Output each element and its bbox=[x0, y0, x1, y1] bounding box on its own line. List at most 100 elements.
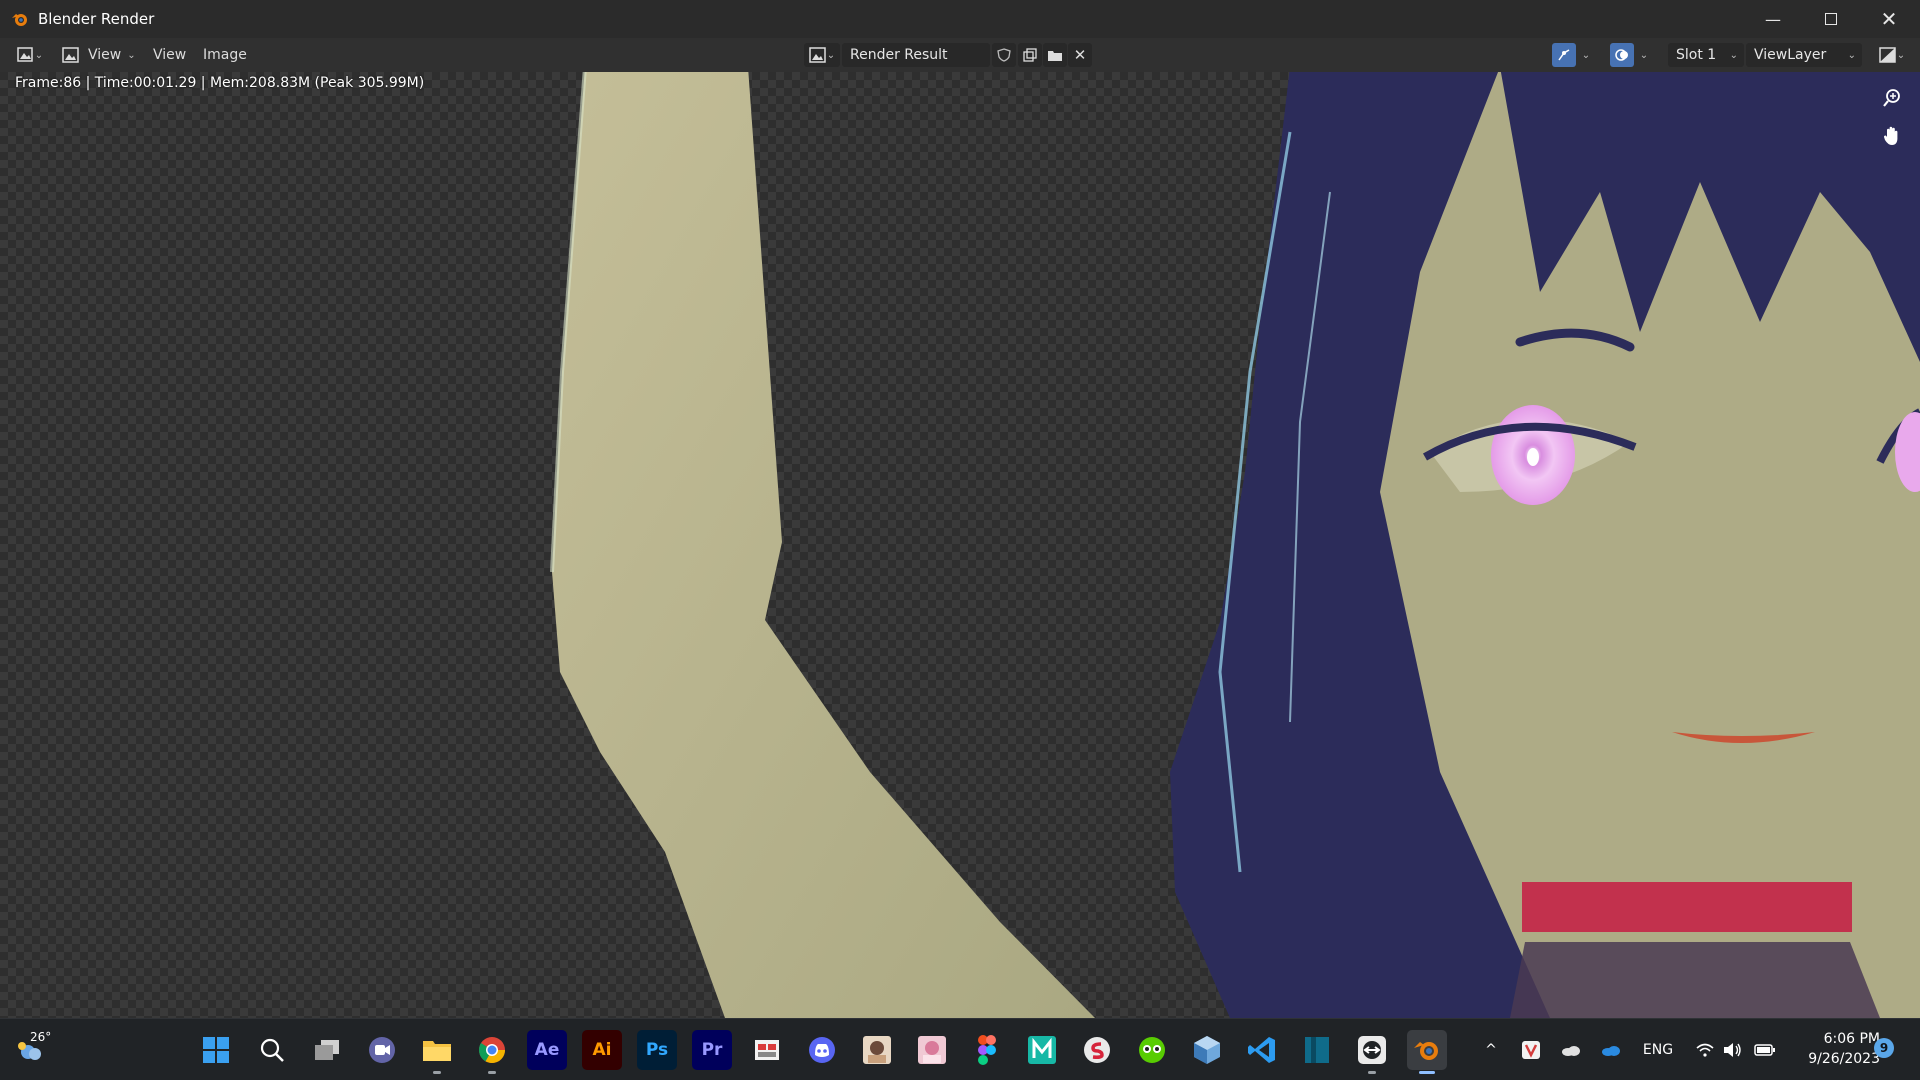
tray-cloud[interactable] bbox=[1558, 1036, 1584, 1064]
figma-icon bbox=[978, 1035, 996, 1065]
chevron-down-icon: ⌄ bbox=[127, 49, 136, 61]
cloud-icon bbox=[1562, 1046, 1580, 1056]
taskbar-search[interactable] bbox=[252, 1030, 292, 1070]
display-channels-button[interactable]: ⌄ bbox=[1874, 43, 1910, 67]
blender-logo-icon bbox=[1414, 1042, 1438, 1060]
video-call-icon bbox=[369, 1037, 395, 1063]
minimize-icon: — bbox=[1765, 9, 1781, 29]
taskbar-app-generic-4[interactable] bbox=[1077, 1030, 1117, 1070]
taskbar-app-generic-5[interactable] bbox=[1187, 1030, 1227, 1070]
view-mode-dropdown[interactable]: View ⌄ bbox=[88, 43, 136, 67]
image-name-value: Render Result bbox=[850, 47, 948, 63]
taskbar-app-generic-3[interactable] bbox=[912, 1030, 952, 1070]
taskbar-app-photoshop[interactable]: Ps bbox=[637, 1030, 677, 1070]
taskbar-app-after-effects[interactable]: Ae bbox=[527, 1030, 567, 1070]
image-browse-button[interactable]: ⌄ bbox=[804, 43, 840, 67]
chevron-down-icon: ⌄ bbox=[826, 49, 836, 61]
taskbar-clock[interactable]: 6:06 PM 9/26/2023 bbox=[1790, 1029, 1880, 1069]
cube-icon bbox=[1194, 1036, 1220, 1064]
owl-icon bbox=[1139, 1037, 1165, 1063]
new-image-button[interactable] bbox=[1018, 43, 1042, 67]
display-channels-icon bbox=[1879, 47, 1896, 63]
app-icon bbox=[755, 1040, 779, 1060]
menu-image[interactable]: Image bbox=[203, 43, 247, 67]
gizmo-toggle-button[interactable] bbox=[1552, 43, 1576, 67]
chevron-down-icon: ⌄ bbox=[1639, 49, 1649, 61]
app-icon bbox=[1358, 1036, 1386, 1064]
chevron-down-icon: ⌄ bbox=[1847, 49, 1856, 61]
menu-view[interactable]: View bbox=[153, 43, 186, 67]
gizmo-dropdown[interactable]: ⌄ bbox=[1578, 43, 1594, 67]
discord-icon bbox=[809, 1037, 835, 1063]
unlink-image-button[interactable]: ✕ bbox=[1068, 43, 1092, 67]
taskbar-app-media[interactable] bbox=[1022, 1030, 1062, 1070]
task-view-button[interactable] bbox=[307, 1030, 347, 1070]
zoom-button[interactable] bbox=[1877, 83, 1907, 113]
image-editor-icon bbox=[17, 47, 33, 62]
pan-button[interactable] bbox=[1877, 121, 1907, 151]
close-button[interactable]: ✕ bbox=[1860, 0, 1918, 38]
tray-app-vivaldi[interactable] bbox=[1518, 1036, 1544, 1064]
maximize-button[interactable] bbox=[1802, 0, 1860, 38]
media-app-icon bbox=[1028, 1036, 1056, 1064]
taskbar-app-figma[interactable] bbox=[967, 1030, 1007, 1070]
task-view-icon bbox=[315, 1040, 339, 1060]
view-layer-selector[interactable]: ViewLayer ⌄ bbox=[1746, 43, 1862, 67]
battery-icon bbox=[1754, 1044, 1775, 1056]
chevron-down-icon: ⌄ bbox=[1729, 49, 1738, 61]
open-image-button[interactable] bbox=[1043, 43, 1067, 67]
active-indicator bbox=[1419, 1071, 1435, 1074]
overlay-toggle-button[interactable] bbox=[1610, 43, 1634, 67]
taskbar-app-file-explorer[interactable] bbox=[417, 1030, 457, 1074]
taskbar-app-vscode[interactable] bbox=[1242, 1030, 1282, 1070]
gizmo-icon bbox=[1558, 49, 1570, 61]
taskbar-app-generic-7[interactable] bbox=[1352, 1030, 1392, 1074]
app-thumbnail-icon bbox=[918, 1036, 946, 1064]
running-indicator bbox=[433, 1071, 441, 1074]
fake-user-button[interactable] bbox=[992, 43, 1016, 67]
folder-icon bbox=[423, 1041, 451, 1061]
taskbar-app-generic-2[interactable] bbox=[857, 1030, 897, 1070]
windows-logo-icon bbox=[203, 1037, 229, 1063]
notification-badge[interactable]: 9 bbox=[1874, 1038, 1894, 1058]
taskbar-app-illustrator[interactable]: Ai bbox=[582, 1030, 622, 1070]
tray-battery[interactable] bbox=[1752, 1036, 1778, 1064]
tray-volume[interactable] bbox=[1720, 1036, 1746, 1064]
image-name-field[interactable]: Render Result bbox=[842, 43, 990, 67]
slot-selector[interactable]: Slot 1 ⌄ bbox=[1668, 43, 1744, 67]
close-icon: ✕ bbox=[1880, 7, 1898, 31]
chevron-down-icon: ⌄ bbox=[34, 49, 44, 61]
editor-type-button[interactable]: ⌄ bbox=[12, 43, 48, 67]
taskbar-app-discord[interactable] bbox=[802, 1030, 842, 1070]
render-viewport[interactable] bbox=[0, 72, 1920, 1018]
overlay-icon bbox=[1615, 49, 1628, 61]
clock-time: 6:06 PM bbox=[1823, 1031, 1880, 1047]
taskbar-app-generic[interactable] bbox=[747, 1030, 787, 1070]
tray-wifi[interactable] bbox=[1692, 1036, 1718, 1064]
overlay-dropdown[interactable]: ⌄ bbox=[1636, 43, 1652, 67]
show-hidden-icons[interactable]: ^ bbox=[1478, 1036, 1504, 1064]
weather-temp: 26° bbox=[30, 1030, 52, 1044]
image-browse-icon bbox=[809, 47, 826, 63]
running-indicator bbox=[488, 1071, 496, 1074]
shield-icon bbox=[997, 48, 1011, 62]
start-button[interactable] bbox=[196, 1030, 236, 1070]
taskbar-app-generic-6[interactable] bbox=[1297, 1030, 1337, 1070]
language-indicator[interactable]: ENG bbox=[1638, 1036, 1678, 1064]
taskbar-app-blender[interactable] bbox=[1407, 1030, 1447, 1074]
chevron-down-icon: ⌄ bbox=[1581, 49, 1591, 61]
chevron-up-icon: ^ bbox=[1485, 1042, 1497, 1058]
weather-widget[interactable]: 26° bbox=[10, 1030, 52, 1068]
view-mode-selector[interactable] bbox=[60, 43, 82, 67]
taskbar-app-duolingo[interactable] bbox=[1132, 1030, 1172, 1070]
taskbar-app-chrome[interactable] bbox=[472, 1030, 512, 1074]
taskbar-app-premiere[interactable]: Pr bbox=[692, 1030, 732, 1070]
minimize-button[interactable]: — bbox=[1744, 0, 1802, 38]
tray-onedrive[interactable] bbox=[1598, 1036, 1624, 1064]
taskbar-app-meet[interactable] bbox=[362, 1030, 402, 1070]
slot-value: Slot 1 bbox=[1676, 47, 1717, 63]
vivaldi-icon bbox=[1522, 1041, 1540, 1059]
volume-icon bbox=[1724, 1043, 1741, 1057]
duplicate-icon bbox=[1023, 48, 1037, 62]
vscode-icon bbox=[1248, 1037, 1275, 1063]
